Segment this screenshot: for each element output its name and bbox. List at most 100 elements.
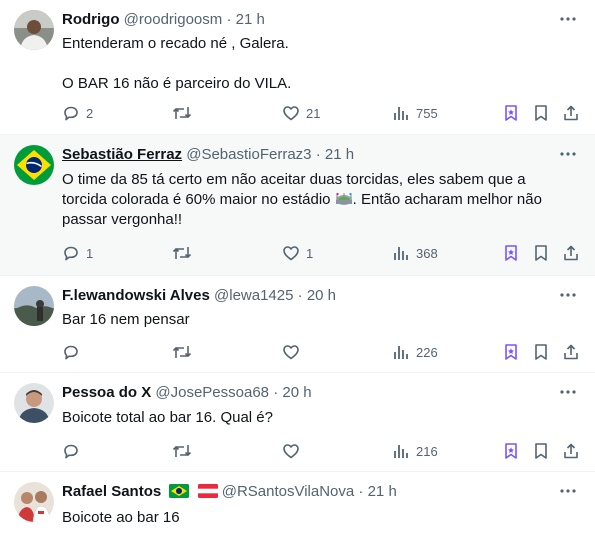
avatar[interactable]: [14, 482, 54, 522]
share-button[interactable]: [562, 243, 580, 263]
like-icon: [283, 444, 299, 459]
author-name[interactable]: Rafael Santos: [62, 483, 161, 500]
tweet-header: Pessoa do X @JosePessoa68 · 20 h: [62, 384, 555, 402]
like-icon: [283, 106, 299, 121]
tweet[interactable]: Rodrigo @roodrigoosm · 21 h Entenderam o…: [0, 0, 595, 135]
tweet-paragraph: Boicote ao bar 16: [62, 509, 180, 526]
grok-button[interactable]: [502, 441, 520, 461]
like-button[interactable]: [282, 441, 306, 461]
austria-flag-icon: [197, 484, 218, 498]
views-icon: [394, 445, 408, 458]
bookmark-button[interactable]: [532, 441, 550, 461]
retweet-icon: [172, 247, 192, 259]
grok-icon: [505, 105, 517, 121]
grok-button[interactable]: [502, 243, 520, 263]
tweet-actions: 1 1 368: [62, 243, 595, 263]
views-button[interactable]: 216: [392, 441, 438, 461]
more-icon[interactable]: [559, 383, 577, 401]
bookmark-icon: [535, 105, 547, 121]
more-icon[interactable]: [559, 145, 577, 163]
author-handle[interactable]: @roodrigoosm: [124, 11, 223, 28]
timestamp[interactable]: 20 h: [307, 287, 336, 304]
grok-button[interactable]: [502, 103, 520, 123]
share-icon: [564, 245, 578, 261]
avatar[interactable]: [14, 10, 54, 50]
tweet-actions: 226: [62, 342, 595, 362]
like-button[interactable]: 1: [282, 243, 313, 263]
views-icon: [394, 107, 408, 120]
reply-icon: [64, 444, 78, 459]
like-icon: [283, 246, 299, 261]
tweet[interactable]: Pessoa do X @JosePessoa68 · 20 h Boicote…: [0, 373, 595, 472]
author-handle[interactable]: @SebastioFerraz3: [186, 146, 311, 163]
tweet-text: O time da 85 tá certo em não aceitar dua…: [62, 170, 571, 230]
views-count: 226: [416, 344, 438, 360]
share-icon: [564, 344, 578, 360]
views-count: 216: [416, 443, 438, 459]
views-button[interactable]: 226: [392, 342, 438, 362]
like-button[interactable]: [282, 342, 306, 362]
share-button[interactable]: [562, 342, 580, 362]
retweet-button[interactable]: [172, 243, 198, 263]
reply-button[interactable]: 2: [62, 103, 93, 123]
author-name[interactable]: Sebastião Ferraz: [62, 146, 182, 163]
reply-button[interactable]: 1: [62, 243, 93, 263]
views-button[interactable]: 755: [392, 103, 438, 123]
author-name[interactable]: Pessoa do X: [62, 384, 151, 401]
tweet-paragraph: O time da 85 tá certo em não aceitar dua…: [62, 170, 571, 230]
author-handle[interactable]: @JosePessoa68: [155, 384, 269, 401]
share-button[interactable]: [562, 441, 580, 461]
separator-dot: ·: [297, 287, 303, 304]
grok-icon: [505, 245, 517, 261]
views-icon: [394, 346, 408, 359]
tweet[interactable]: F.lewandowski Alves @lewa1425 · 20 h Bar…: [0, 276, 595, 373]
timestamp[interactable]: 21 h: [368, 483, 397, 500]
like-count: 1: [306, 245, 314, 261]
author-name[interactable]: F.lewandowski Alves: [62, 287, 210, 304]
like-button[interactable]: 21: [282, 103, 320, 123]
separator-dot: ·: [358, 483, 364, 500]
separator-dot: ·: [226, 11, 232, 28]
tweet-text: Boicote total ao bar 16. Qual é?: [62, 408, 565, 428]
tweet-text: Boicote ao bar 16: [62, 508, 565, 528]
reply-icon: [64, 345, 78, 360]
avatar[interactable]: [14, 383, 54, 423]
more-icon[interactable]: [559, 286, 577, 304]
tweet-text: Entenderam o recado né , Galera. O BAR 1…: [62, 34, 565, 94]
share-button[interactable]: [562, 103, 580, 123]
author-handle[interactable]: @RSantosVilaNova: [222, 483, 355, 500]
timestamp[interactable]: 21 h: [236, 11, 265, 28]
author-name[interactable]: Rodrigo: [62, 11, 120, 28]
retweet-button[interactable]: [172, 342, 198, 362]
author-handle[interactable]: @lewa1425: [214, 287, 293, 304]
grok-icon: [505, 344, 517, 360]
retweet-button[interactable]: [172, 103, 198, 123]
avatar[interactable]: [14, 145, 54, 185]
like-count: 21: [306, 105, 321, 121]
tweet-header: Rodrigo @roodrigoosm · 21 h: [62, 11, 555, 29]
timestamp[interactable]: 20 h: [282, 384, 311, 401]
bookmark-button[interactable]: [532, 103, 550, 123]
retweet-button[interactable]: [172, 441, 198, 461]
more-icon[interactable]: [559, 10, 577, 28]
retweet-icon: [172, 445, 192, 457]
bookmark-button[interactable]: [532, 243, 550, 263]
bookmark-icon: [535, 344, 547, 360]
timestamp[interactable]: 21 h: [325, 146, 354, 163]
tweet[interactable]: Rafael Santos @RSantosVilaNova · 21 h Bo…: [0, 472, 595, 537]
views-button[interactable]: 368: [392, 243, 438, 263]
views-icon: [394, 247, 408, 260]
tweet[interactable]: Sebastião Ferraz @SebastioFerraz3 · 21 h…: [0, 135, 595, 276]
tweet-paragraph: Bar 16 nem pensar: [62, 311, 190, 328]
like-icon: [283, 345, 299, 360]
separator-dot: ·: [315, 146, 321, 163]
avatar[interactable]: [14, 286, 54, 326]
grok-button[interactable]: [502, 342, 520, 362]
reply-button[interactable]: [62, 342, 86, 362]
tweet-header: Sebastião Ferraz @SebastioFerraz3 · 21 h: [62, 146, 555, 164]
more-icon[interactable]: [559, 482, 577, 500]
reply-button[interactable]: [62, 441, 86, 461]
tweet-actions: 2 21 755: [62, 103, 595, 123]
bookmark-button[interactable]: [532, 342, 550, 362]
reply-icon: [64, 106, 78, 121]
